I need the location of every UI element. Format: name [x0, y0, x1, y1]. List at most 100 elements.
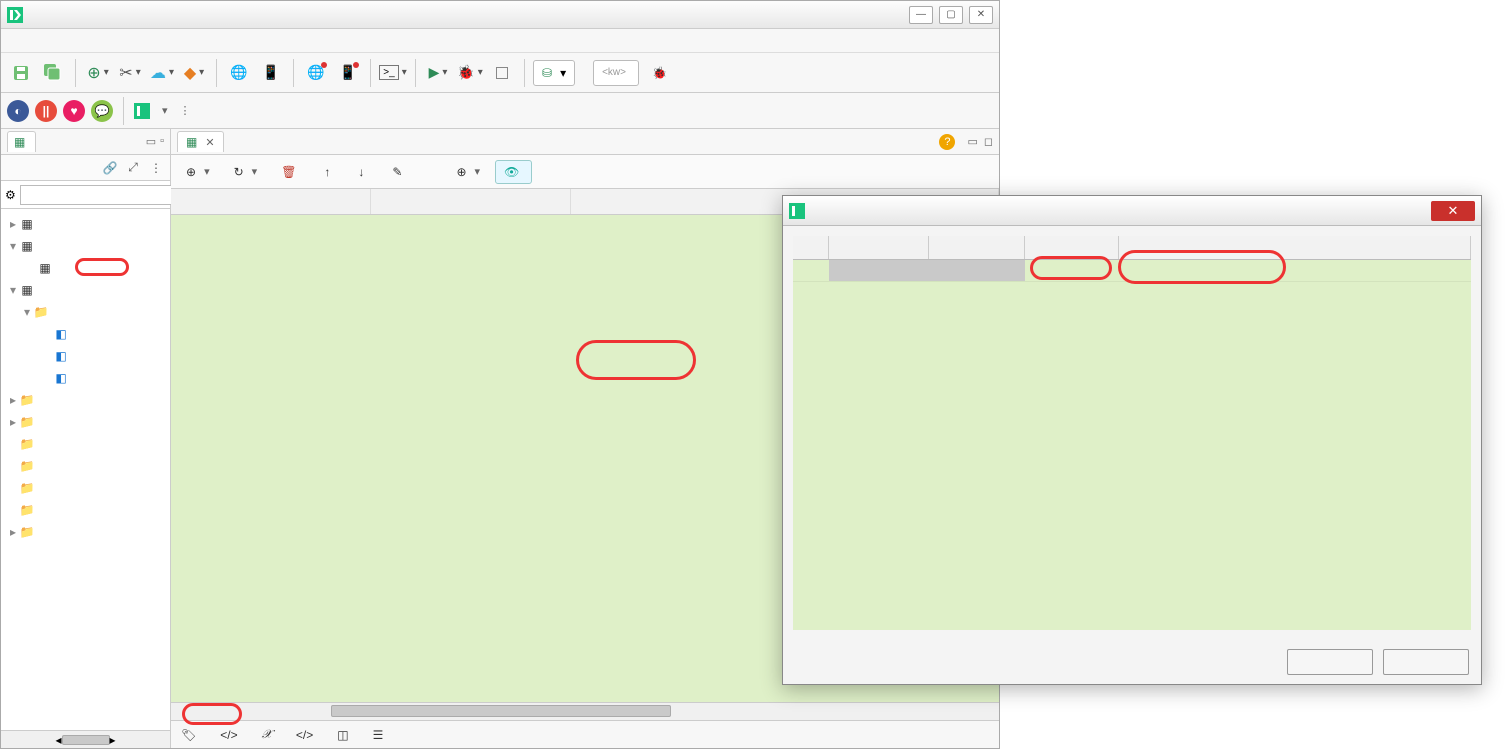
keyword-button[interactable]: <kw> [593, 60, 639, 86]
tree-login[interactable]: ▦ [1, 257, 170, 279]
menu-debug[interactable] [93, 38, 113, 44]
plugin-circle-1[interactable]: ◐ [7, 100, 29, 122]
cancel-button[interactable] [1383, 649, 1469, 675]
ok-button[interactable] [1287, 649, 1373, 675]
tree-checkpoints[interactable]: 📁 [1, 433, 170, 455]
spy-mobile-button[interactable]: 📱 [257, 59, 285, 87]
plugin-circle-4[interactable]: 💬 [91, 100, 113, 122]
katalon-logo-icon [789, 203, 805, 219]
main-toolbar: ⊕ ✂ ☁ ◆ 🌐 📱 🌐 📱 >_ ▶ 🐞 ⛁▾ <kw> 🐞 [1, 53, 999, 93]
pane-menu-icon[interactable]: ▫ [160, 135, 164, 148]
move-down-button[interactable]: ↓ [349, 160, 377, 184]
plugin-bar: ◐ || ♥ 💬 ▾ ⋮ [1, 93, 999, 129]
tree-obj-input-p[interactable]: ◧ [1, 367, 170, 389]
cell-value[interactable] [1119, 260, 1471, 281]
run-button[interactable]: ▶ [424, 59, 452, 87]
tree-keywords[interactable]: 📁 [1, 455, 170, 477]
git-button[interactable]: ◆ [180, 59, 208, 87]
tree-reports[interactable]: 📁 [1, 499, 170, 521]
minimize-button[interactable]: — [909, 6, 933, 24]
delete-step-button[interactable]: 🗑 [272, 160, 309, 184]
link-editor-icon[interactable]: 🔗 [100, 158, 120, 178]
view-button[interactable]: 👁 [495, 160, 532, 184]
menu-project[interactable] [71, 38, 91, 44]
plugin-circle-2[interactable]: || [35, 100, 57, 122]
tree-profiles[interactable]: ▸▦ [1, 213, 170, 235]
menu-help[interactable] [159, 38, 179, 44]
tree-listeners[interactable]: 📁 [1, 477, 170, 499]
scrollbar-thumb[interactable] [62, 735, 110, 745]
recent-keywords-button[interactable]: ↻▾ [225, 160, 267, 184]
stop-button[interactable] [488, 59, 516, 87]
profile-dropdown[interactable]: ⛁▾ [533, 60, 575, 86]
tab-properties[interactable]: ☰ [369, 724, 392, 746]
add-to-suite-button[interactable]: ⊕▾ [447, 160, 489, 184]
tree-test-cases[interactable]: ▾▦ [1, 235, 170, 257]
tree-obj-input[interactable]: ◧ [1, 323, 170, 345]
menu-testops[interactable] [115, 38, 135, 44]
tab-script[interactable]: </> [216, 724, 245, 746]
debug-button[interactable]: 🐞 [643, 61, 680, 85]
maximize-button[interactable]: ▢ [939, 6, 963, 24]
filter-icon[interactable]: ⚙ [5, 188, 16, 202]
edit-tags-button[interactable]: ✎ [383, 160, 415, 184]
record-mobile-button[interactable]: 📱 [334, 59, 362, 87]
tree-include[interactable]: ▸📁 [1, 521, 170, 543]
col-no[interactable] [793, 236, 829, 259]
save-button[interactable] [7, 59, 35, 87]
editor-h-scrollbar[interactable] [171, 702, 999, 720]
katalon-logo-icon [7, 7, 23, 23]
arrow-down-icon: ↓ [358, 165, 364, 179]
col-item[interactable] [171, 189, 371, 214]
record-web-button[interactable]: 🌐 [302, 59, 330, 87]
explorer-search-input[interactable] [20, 185, 172, 205]
maximize-editor-icon[interactable]: ◻ [984, 135, 993, 148]
input-row[interactable] [793, 260, 1471, 282]
spy-button[interactable]: ✂ [116, 59, 144, 87]
collapse-all-icon[interactable]: ⤢ [123, 158, 143, 178]
scrollbar-thumb[interactable] [331, 705, 671, 717]
menu-edit[interactable] [49, 38, 69, 44]
menu-plugin[interactable] [181, 38, 201, 44]
cell-value-type[interactable] [1025, 260, 1119, 281]
tab-variables-script[interactable]: </> [292, 724, 321, 746]
close-button[interactable]: ✕ [969, 6, 993, 24]
col-object[interactable] [371, 189, 571, 214]
more-icon[interactable]: ⋮ [180, 104, 191, 117]
new-button[interactable]: ⊕ [84, 59, 112, 87]
col-value[interactable] [1119, 236, 1471, 259]
editor-tab-login[interactable]: ▦ ✕ [177, 131, 224, 152]
col-param-type[interactable] [929, 236, 1025, 259]
help-icon[interactable]: ? [939, 134, 955, 150]
tab-variables[interactable]: 𝒳 [258, 723, 280, 746]
menu-file[interactable] [5, 38, 25, 44]
minimize-editor-icon[interactable]: ▭ [967, 135, 977, 148]
spy-web-button[interactable]: 🌐 [225, 59, 253, 87]
cmd-button[interactable]: >_ [379, 59, 407, 87]
tree-object-repo[interactable]: ▾▦ [1, 279, 170, 301]
tree-test-suites[interactable]: ▸📁 [1, 389, 170, 411]
col-param-name[interactable] [829, 236, 929, 259]
menu-dots-icon[interactable]: ⋮ [146, 158, 166, 178]
explorer-tab[interactable]: ▦ [7, 131, 36, 152]
dialog-close-button[interactable]: ✕ [1431, 201, 1475, 221]
tab-integration[interactable]: ◫ [333, 724, 356, 746]
menu-window[interactable] [137, 38, 157, 44]
add-step-button[interactable]: ⊕▾ [177, 160, 219, 184]
debug-run-button[interactable]: 🐞 [456, 59, 484, 87]
move-up-button[interactable]: ↑ [315, 160, 343, 184]
save-all-button[interactable] [39, 59, 67, 87]
chevron-down-icon[interactable]: ▾ [162, 104, 168, 117]
tree-passport-folder[interactable]: ▾📁 [1, 301, 170, 323]
explorer-search-row: ⚙ 🔍 ⨉ [1, 181, 170, 209]
tree-obj-input-u[interactable]: ◧ [1, 345, 170, 367]
plugin-circle-3[interactable]: ♥ [63, 100, 85, 122]
tab-manual[interactable]: 🏷 [177, 724, 204, 746]
col-value-type[interactable] [1025, 236, 1119, 259]
menu-action[interactable] [27, 38, 47, 44]
close-tab-icon[interactable]: ✕ [205, 136, 214, 149]
tree-data-files[interactable]: ▸📁 [1, 411, 170, 433]
explorer-h-scrollbar[interactable]: ◂▸ [1, 730, 170, 748]
minimize-pane-icon[interactable]: ▭ [146, 135, 156, 148]
testops-button[interactable]: ☁ [148, 59, 176, 87]
